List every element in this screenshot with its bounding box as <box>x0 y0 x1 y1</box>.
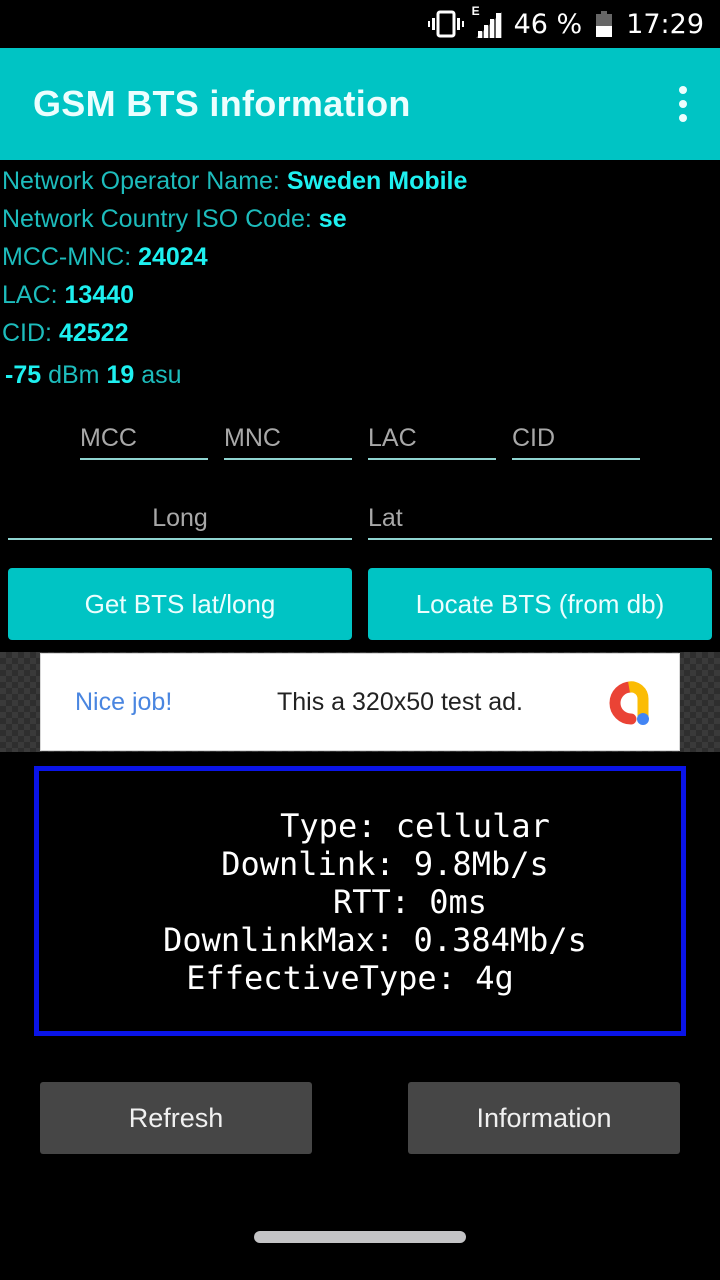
ad-banner[interactable]: Nice job! This a 320x50 test ad. <box>40 653 680 751</box>
operator-name-row: Network Operator Name: Sweden Mobile <box>2 162 467 200</box>
operator-name-label: Network Operator Name: <box>2 167 287 195</box>
mcc-mnc-label: MCC-MNC: <box>2 243 139 271</box>
country-iso-value: se <box>318 205 347 233</box>
ad-headline[interactable]: Nice job! <box>75 688 172 717</box>
mcc-mnc-row: MCC-MNC: 24024 <box>2 238 467 276</box>
rtt: RTT: 0ms <box>332 883 488 921</box>
downlink: Downlink: 9.8Mb/s <box>221 845 549 883</box>
lac-label: LAC: <box>2 281 65 309</box>
downlink-max: DownlinkMax: 0.384Mb/s <box>163 921 587 959</box>
cid-field-wrap <box>512 410 640 460</box>
effective-type: EffectiveType: 4g <box>186 959 514 997</box>
cid-input[interactable] <box>512 410 640 458</box>
cid-label: CID: <box>2 319 59 347</box>
dbm-unit: dBm <box>41 361 107 389</box>
mcc-mnc-value: 24024 <box>138 243 208 271</box>
longitude-input[interactable] <box>8 490 352 538</box>
mcc-input[interactable] <box>80 410 208 458</box>
mnc-field-wrap <box>224 410 352 460</box>
operator-name-value: Sweden Mobile <box>286 167 468 195</box>
country-iso-row: Network Country ISO Code: se <box>2 200 467 238</box>
signal-strength-row: -75 dBm 19 asu <box>2 356 467 394</box>
refresh-button[interactable]: Refresh <box>40 1082 312 1154</box>
network-info-box: Type: cellular Downlink: 9.8Mb/s RTT: 0m… <box>34 766 686 1036</box>
lac-value: 13440 <box>64 281 135 309</box>
lac-row: LAC: 13440 <box>2 276 467 314</box>
network-type-label: E <box>471 4 480 18</box>
vibrate-icon <box>427 10 464 38</box>
ad-body[interactable]: This a 320x50 test ad. <box>277 688 523 717</box>
app-title: GSM BTS information <box>33 83 411 124</box>
battery-icon <box>596 11 613 37</box>
information-button[interactable]: Information <box>408 1082 680 1154</box>
get-bts-latlong-button[interactable]: Get BTS lat/long <box>8 568 352 640</box>
lat-field-wrap <box>368 490 712 540</box>
more-vert-icon[interactable] <box>676 86 690 122</box>
asu-unit: asu <box>134 361 182 389</box>
app-bar: GSM BTS information <box>0 48 720 160</box>
ad-banner-container: Nice job! This a 320x50 test ad. <box>0 652 720 752</box>
lac-input[interactable] <box>368 410 496 458</box>
admob-logo-icon <box>605 679 657 727</box>
lac-field-wrap <box>368 410 496 460</box>
status-bar: E 46 % 17:29 <box>0 0 720 48</box>
dbm-value: -75 <box>5 361 42 389</box>
clock: 17:29 <box>626 8 704 40</box>
cid-value: 42522 <box>58 319 129 347</box>
connection-type: Type: cellular <box>280 807 550 845</box>
home-gesture-bar[interactable] <box>254 1231 466 1243</box>
mnc-input[interactable] <box>224 410 352 458</box>
locate-bts-button[interactable]: Locate BTS (from db) <box>368 568 712 640</box>
asu-value: 19 <box>106 361 135 389</box>
latitude-input[interactable] <box>368 490 712 538</box>
country-iso-label: Network Country ISO Code: <box>2 205 319 233</box>
cid-row: CID: 42522 <box>2 314 467 352</box>
battery-percent: 46 % <box>513 8 583 40</box>
cell-signal-icon: E <box>472 4 504 38</box>
cell-info: Network Operator Name: Sweden Mobile Net… <box>2 162 467 394</box>
long-field-wrap <box>8 490 352 540</box>
mcc-field-wrap <box>80 410 208 460</box>
